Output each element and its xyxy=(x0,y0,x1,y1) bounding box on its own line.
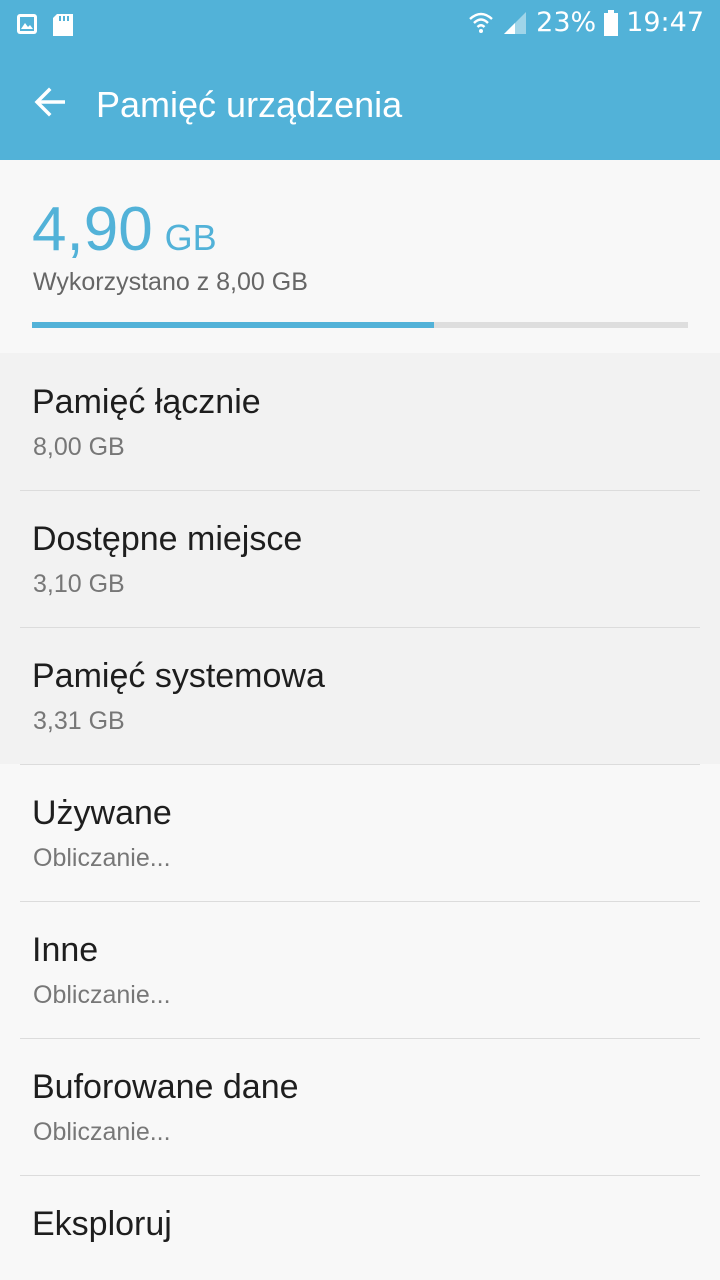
wifi-icon xyxy=(468,10,494,36)
clock: 19:47 xyxy=(626,7,704,38)
divider xyxy=(20,490,700,491)
storage-progress-fill xyxy=(32,322,434,328)
used-amount: 4,90 GB xyxy=(32,194,217,265)
used-value: 4,90 xyxy=(32,195,153,264)
back-button[interactable] xyxy=(26,80,74,128)
battery-percent: 23% xyxy=(536,7,597,38)
storage-list: Pamięć łącznie 8,00 GB Dostępne miejsce … xyxy=(0,353,720,1275)
list-item-cached-data[interactable]: Buforowane dane Obliczanie... xyxy=(0,1038,720,1175)
gallery-icon xyxy=(16,13,38,37)
status-bar: 23% 19:47 xyxy=(0,0,720,50)
storage-progress-bar xyxy=(32,322,688,328)
app-bar: 23% 19:47 Pamięć urządzenia xyxy=(0,0,720,160)
list-item-title: Używane xyxy=(32,794,172,832)
list-item-title: Dostępne miejsce xyxy=(32,520,303,558)
divider xyxy=(20,764,700,765)
list-item-title: Inne xyxy=(32,931,99,969)
list-item-title: Buforowane dane xyxy=(32,1068,299,1106)
arrow-left-icon xyxy=(33,87,67,121)
list-item-available-space[interactable]: Dostępne miejsce 3,10 GB xyxy=(0,490,720,627)
list-item-subtitle: Obliczanie... xyxy=(33,1118,171,1146)
battery-icon xyxy=(604,9,619,36)
list-item-subtitle: 3,10 GB xyxy=(33,570,125,598)
list-item-subtitle: 3,31 GB xyxy=(33,707,125,735)
divider xyxy=(20,627,700,628)
list-item-total-storage[interactable]: Pamięć łącznie 8,00 GB xyxy=(0,353,720,490)
used-unit: GB xyxy=(164,217,217,258)
list-item-other[interactable]: Inne Obliczanie... xyxy=(0,901,720,1038)
list-item-title: Eksploruj xyxy=(32,1205,172,1243)
list-item-used[interactable]: Używane Obliczanie... xyxy=(0,764,720,901)
list-item-system-memory[interactable]: Pamięć systemowa 3,31 GB xyxy=(0,627,720,764)
used-caption: Wykorzystano z 8,00 GB xyxy=(33,268,308,296)
list-item-subtitle: Obliczanie... xyxy=(33,981,171,1009)
list-item-title: Pamięć systemowa xyxy=(32,657,325,695)
list-item-title: Pamięć łącznie xyxy=(32,383,261,421)
page-title: Pamięć urządzenia xyxy=(96,84,403,125)
storage-summary: 4,90 GB Wykorzystano z 8,00 GB xyxy=(0,160,720,354)
sd-card-icon xyxy=(52,13,74,37)
signal-icon xyxy=(502,10,528,36)
list-item-subtitle: Obliczanie... xyxy=(33,844,171,872)
divider xyxy=(20,901,700,902)
list-item-explore[interactable]: Eksploruj xyxy=(0,1175,720,1275)
divider xyxy=(20,1175,700,1176)
list-item-subtitle: 8,00 GB xyxy=(33,433,125,461)
divider xyxy=(20,1038,700,1039)
